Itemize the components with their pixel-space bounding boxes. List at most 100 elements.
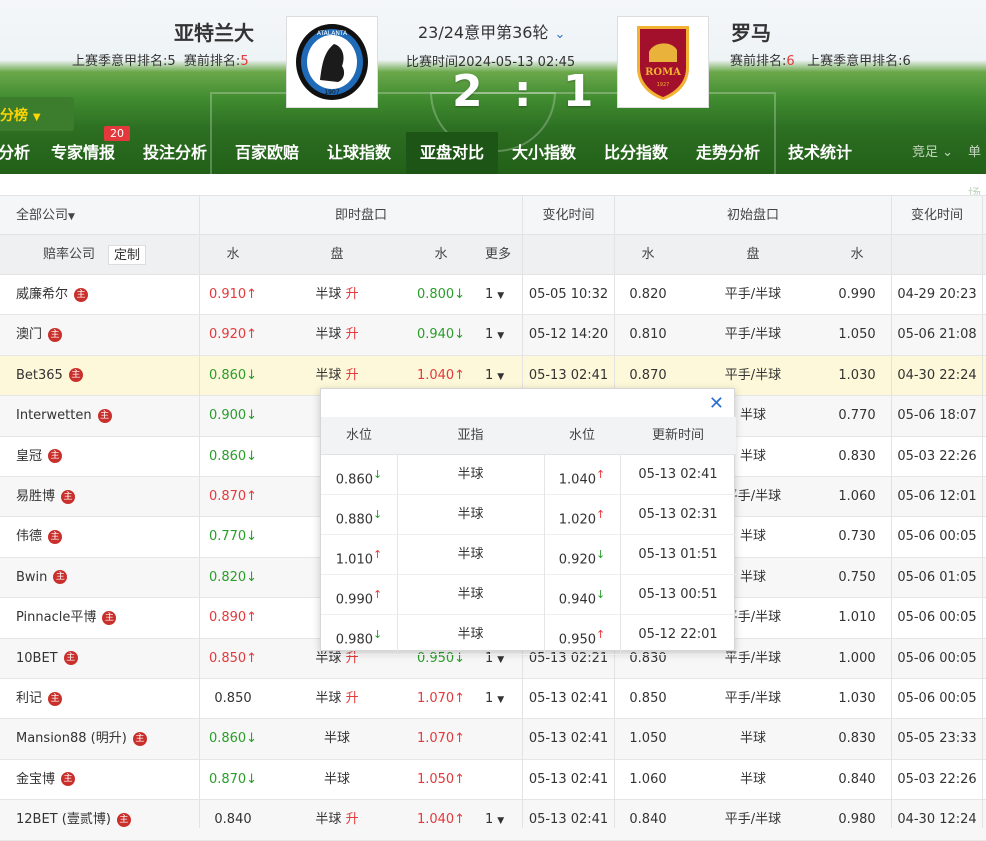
away-team-logo[interactable]: ROMA 1927 [617,16,709,108]
company-name[interactable]: 利记主 [16,679,63,719]
initial-water-home: 0.820 [629,287,667,302]
arrow-down-icon: ↓ [373,508,383,521]
divider [891,195,892,828]
company-name[interactable]: 10BET 主 [16,639,78,679]
chevron-down-icon: ⌄ [942,145,954,160]
company-name[interactable]: Interwetten 主 [16,396,112,436]
nav-correct-score[interactable]: 比分指数 [604,132,668,174]
table-row[interactable]: 利记主 0.850 半球 升 1.070↑ 1 ▼ 05-13 02:41 0.850 平手/半… [0,679,986,720]
instant-change-time: 05-05 10:32 [528,287,609,302]
instant-water-home: 0.870↑ [208,489,258,504]
initial-change-time: 05-06 01:05 [897,569,977,585]
initial-water-away: 0.730 [838,529,876,545]
initial-handicap: 平手/半球 [724,287,782,302]
home-badge-icon: 主 [74,287,89,302]
table-row[interactable]: 12BET (壹贰博) 主 0.840 半球 升 1.040↑ 1 ▼ 05-13 02:41… [0,800,986,841]
nav-danchang[interactable]: 单场 [968,132,986,202]
company-name[interactable]: Pinnacle平博主 [16,598,117,638]
ranking-tab[interactable]: 分榜 ▼ [0,97,74,131]
table-row[interactable]: Mansion88 (明升) 主 0.860↓ 半球 1.070↑ 05-13 02:41… [0,719,986,760]
nav-over-under[interactable]: 大小指数 [512,132,576,174]
company-filter[interactable]: 全部公司▼ [16,196,75,236]
more-dropdown[interactable]: 1 ▼ [485,800,504,840]
company-name[interactable]: 伟德主 [16,517,63,557]
nav-euro-odds[interactable]: 百家欧赔 [235,132,299,174]
table-row[interactable]: 澳门主 0.920↑ 半球 升 0.940↓ 1 ▼ 05-12 14:20 0.810 平手/… [0,315,986,356]
initial-change-time: 04-30 22:24 [897,367,977,383]
popup-water-away: 1.040↑ [558,468,606,488]
company-name[interactable]: 金宝博主 [16,760,76,800]
divider [199,195,200,828]
nav-jingzu[interactable]: 竞足 ⌄ [912,132,953,174]
customize-button[interactable]: 定制 [108,245,147,265]
arrow-up-icon: ↑ [454,691,466,706]
company-name[interactable]: 易胜博主 [16,477,76,517]
initial-change-time: 05-06 00:05 [897,691,977,706]
nav-betting-analysis[interactable]: 投注分析 [143,132,207,174]
instant-change-time: 05-12 14:20 [528,327,609,343]
nav-expert-info[interactable]: 专家情报 [51,132,115,174]
instant-water-home: 0.820↓ [208,569,258,585]
initial-handicap: 平手/半球 [724,691,782,706]
match-round[interactable]: 23/24意甲第36轮 ⌄ [418,19,565,43]
instant-water-away: 0.800↓ [416,287,466,302]
popup-water-away: 0.920↓ [558,548,606,568]
company-name[interactable]: 威廉希尔主 [16,275,89,315]
popup-update-time: 05-13 02:41 [638,467,718,482]
arrow-down-icon: ↓ [454,327,466,343]
initial-change-time: 05-06 12:01 [897,489,977,504]
close-icon[interactable]: ✕ [709,393,724,414]
initial-water-away: 0.770 [838,408,876,424]
instant-water-home: 0.840 [214,812,252,828]
arrow-down-icon: ↓ [454,287,466,302]
company-name[interactable]: 澳门主 [16,315,63,355]
popup-water-home: 0.980↓ [335,628,383,648]
instant-water-home: 0.900↓ [208,408,258,424]
instant-water-home: 0.870↓ [208,771,258,787]
company-name[interactable]: 12BET (壹贰博) 主 [16,800,131,840]
home-badge-icon: 主 [48,529,63,544]
triangle-down-icon: ▼ [32,112,41,123]
initial-water-away: 1.030 [838,691,876,706]
arrow-up-icon: ↑ [596,508,606,521]
table-row[interactable]: 威廉希尔主 0.910↑ 半球 升 0.800↓ 1 ▼ 05-05 10:32 0.820 平… [0,275,986,316]
more-dropdown[interactable]: 1 ▼ [485,315,504,355]
more-dropdown[interactable]: 1 ▼ [485,679,504,719]
instant-handicap: 半球 升 [315,327,359,343]
instant-water-away: 1.070↑ [416,731,466,747]
company-name[interactable]: Mansion88 (明升) 主 [16,719,147,759]
initial-water-home: 1.060 [629,771,667,787]
instant-water-away: 1.070↑ [416,691,466,706]
nav-trend-analysis[interactable]: 走势分析 [696,132,760,174]
instant-water-home: 0.890↑ [208,610,258,626]
nav-tech-stats[interactable]: 技术统计 [788,132,852,174]
initial-change-time: 05-03 22:26 [897,771,977,787]
table-row[interactable]: 金宝博主 0.870↓ 半球 1.050↑ 05-13 02:41 1.060 半球 0.84… [0,760,986,801]
home-badge-icon: 主 [63,651,78,666]
instant-water-home: 0.770↓ [208,529,258,545]
roma-crest-icon: ROMA 1927 [637,26,689,100]
nav-asian-handicap[interactable]: 亚盘对比 [406,132,499,174]
home-team-logo[interactable]: ATALANTA 1907 [286,16,378,108]
more-dropdown[interactable]: 1 ▼ [485,275,504,315]
divider [620,455,621,652]
arrow-up-icon: ↑ [246,610,258,626]
odds-history-popup: ✕ 水位 亚指 水位 更新时间 0.860↓ 半球 1.040↑ 05-13 02:4… [320,388,736,655]
away-team-name: 罗马 [731,21,771,45]
company-name[interactable]: Bwin 主 [16,558,68,598]
arrow-up-icon: ↑ [454,731,466,747]
company-name[interactable]: 皇冠主 [16,437,63,477]
home-badge-icon: 主 [116,812,131,827]
initial-water-home: 0.810 [629,327,667,343]
initial-water-away: 1.050 [838,327,876,343]
nav-analysis[interactable]: 分析 [0,132,30,174]
instant-water-home: 0.860↓ [208,731,258,747]
nav-handicap-index[interactable]: 让球指数 [327,132,391,174]
popup-handicap: 半球 [457,587,484,602]
instant-handicap: 半球 升 [315,287,359,302]
arrow-down-icon: ↓ [246,569,258,585]
triangle-down-icon: ▼ [497,654,505,665]
initial-water-away: 0.750 [838,569,876,585]
popup-handicap: 半球 [457,507,484,522]
company-name[interactable]: Bet365 主 [16,356,83,396]
